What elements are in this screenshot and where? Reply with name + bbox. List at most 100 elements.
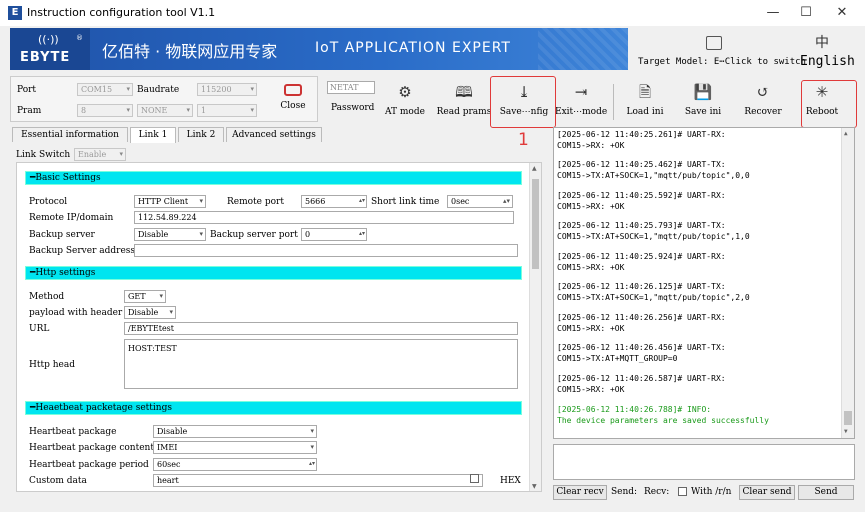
language-toggle[interactable]: English — [800, 54, 855, 69]
link-settings-form: ━Basic Settings Protocol HTTP Client ▾ Re… — [16, 162, 542, 492]
port-select[interactable]: COM15 ▾ — [77, 83, 133, 96]
log-entry-timestamp: [2025-06-12 11:40:25.462]# UART-TX: — [557, 160, 726, 169]
chevron-down-icon: ▾ — [159, 292, 163, 300]
save-ini-button[interactable]: 💾 Save ini — [680, 82, 726, 122]
log-entry-message: COM15->RX: +OK — [557, 202, 625, 211]
link-switch-select[interactable]: Enable ▾ — [74, 148, 126, 161]
backup-server-port-input[interactable]: 0 ▴▾ — [301, 228, 367, 241]
close-port-button[interactable]: Close — [271, 81, 315, 119]
language-icon[interactable]: 中 — [815, 32, 829, 52]
read-prams-button[interactable]: 🕮 Read prams — [436, 82, 492, 122]
scroll-up-icon[interactable]: ▲ — [844, 130, 848, 137]
chevron-down-icon: ▾ — [169, 308, 173, 316]
log-entry-timestamp: [2025-06-12 11:40:26.125]# UART-TX: — [557, 282, 726, 291]
backup-server-select[interactable]: Disable ▾ — [134, 228, 206, 241]
method-label: Method — [29, 292, 65, 302]
protocol-select[interactable]: HTTP Client ▾ — [134, 195, 206, 208]
scroll-down-icon[interactable]: ▼ — [844, 428, 848, 435]
http-head-textarea[interactable]: HOST:TEST — [124, 339, 518, 389]
payload-with-header-label: payload with header — [29, 308, 123, 318]
databits-select[interactable]: 8 ▾ — [77, 104, 133, 117]
log-output[interactable]: [2025-06-12 11:40:25.261]# UART-RX: COM1… — [553, 127, 855, 439]
toolbar-separator — [613, 84, 614, 120]
switch-model-icon[interactable] — [706, 36, 722, 50]
tab-advanced-settings[interactable]: Advanced settings — [226, 127, 322, 142]
log-entry-timestamp: [2025-06-12 11:40:25.592]# UART-RX: — [557, 191, 726, 200]
send-input[interactable] — [553, 444, 855, 480]
remote-ip-input[interactable]: 112.54.89.224 — [134, 211, 514, 224]
send-button[interactable]: Send — [798, 485, 854, 500]
chevron-down-icon: ▾ — [126, 85, 130, 93]
log-entry-message: COM15->TX:AT+MQTT_GROUP=0 — [557, 354, 678, 363]
serial-port-icon — [284, 84, 302, 96]
chevron-down-icon: ▾ — [186, 106, 190, 114]
with-rn-checkbox[interactable] — [678, 487, 687, 496]
recover-button[interactable]: ↺ Recover — [740, 82, 786, 122]
log-entry-message: COM15->TX:AT+SOCK=1,"mqtt/pub/topic",0,0 — [557, 171, 750, 180]
load-ini-button[interactable]: 🗎 Load ini — [622, 82, 668, 122]
url-label: URL — [29, 324, 50, 334]
basic-settings-header[interactable]: ━Basic Settings — [25, 171, 522, 185]
parity-select[interactable]: NONE ▾ — [137, 104, 193, 117]
log-entry-timestamp: [2025-06-12 11:40:25.924]# UART-RX: — [557, 252, 726, 261]
log-info-timestamp: [2025-06-12 11:40:26.788]# INFO: — [557, 405, 712, 414]
heartbeat-package-select[interactable]: Disable ▾ — [153, 425, 317, 438]
target-model-label[interactable]: Target Model: E⋯Click to switch — [638, 57, 806, 67]
log-scrollbar[interactable]: ▲ ▼ — [841, 128, 854, 438]
highlight-save-config — [490, 76, 556, 128]
close-window-button[interactable]: ✕ — [819, 0, 865, 26]
form-scrollbar-thumb[interactable] — [532, 179, 539, 269]
heartbeat-period-input[interactable]: 60sec ▴▾ — [153, 458, 317, 471]
scroll-up-icon[interactable]: ▲ — [532, 165, 537, 172]
remote-port-input[interactable]: 5666 ▴▾ — [301, 195, 367, 208]
hex-checkbox[interactable] — [470, 474, 479, 483]
log-entry-message: COM15->RX: +OK — [557, 385, 625, 394]
log-entry-message: COM15->RX: +OK — [557, 141, 625, 150]
spinner-arrows-icon: ▴▾ — [358, 230, 365, 237]
tab-link-1[interactable]: Link 1 — [130, 127, 176, 143]
log-entry-timestamp: [2025-06-12 11:40:26.256]# UART-RX: — [557, 313, 726, 322]
exit-mode-button[interactable]: ⇥ Exit⋯mode — [555, 82, 607, 122]
heartbeat-content-select[interactable]: IMEI ▾ — [153, 441, 317, 454]
custom-data-input[interactable]: heart — [153, 474, 483, 487]
log-entry-timestamp: [2025-06-12 11:40:25.793]# UART-TX: — [557, 221, 726, 230]
log-entry-timestamp: [2025-06-12 11:40:26.456]# UART-TX: — [557, 343, 726, 352]
app-icon: E — [8, 6, 22, 20]
log-scrollbar-thumb[interactable] — [844, 411, 852, 425]
form-scrollbar[interactable]: ▲ ▼ — [529, 163, 541, 491]
chevron-down-icon: ▾ — [310, 427, 314, 435]
undo-icon: ↺ — [756, 83, 770, 101]
tab-link-2[interactable]: Link 2 — [178, 127, 224, 142]
log-entry-timestamp: [2025-06-12 11:40:25.261]# UART-RX: — [557, 130, 726, 139]
pram-label: Pram — [17, 106, 42, 116]
clear-recv-button[interactable]: Clear recv — [553, 485, 607, 500]
clear-send-button[interactable]: Clear send — [739, 485, 795, 500]
spinner-arrows-icon: ▴▾ — [502, 197, 510, 205]
annotation-number-1: 1 — [518, 130, 529, 150]
tab-essential-information[interactable]: Essential information — [12, 127, 128, 142]
log-entry-message: COM15->TX:AT+SOCK=1,"mqtt/pub/topic",2,0 — [557, 293, 750, 302]
short-link-time-label: Short link time — [371, 197, 440, 207]
scroll-down-icon[interactable]: ▼ — [532, 483, 537, 490]
chevron-down-icon: ▾ — [250, 85, 254, 93]
stopbits-select[interactable]: 1 ▾ — [197, 104, 257, 117]
send-format-label: Send: — [611, 487, 638, 497]
banner-en-slogan: IoT APPLICATION EXPERT — [315, 40, 511, 56]
baudrate-select[interactable]: 115200 ▾ — [197, 83, 257, 96]
short-link-time-select[interactable]: 0sec ▴▾ — [447, 195, 513, 208]
remote-ip-label: Remote IP/domain — [29, 213, 114, 223]
log-entry-message: COM15->RX: +OK — [557, 324, 625, 333]
heartbeat-settings-header[interactable]: ━Heaetbeat packetage settings — [25, 401, 522, 415]
http-settings-header[interactable]: ━Http settings — [25, 266, 522, 280]
backup-server-address-input[interactable] — [134, 244, 518, 257]
link-switch-label: Link Switch — [16, 150, 71, 160]
at-mode-button[interactable]: ⚙ AT mode — [383, 82, 427, 122]
url-input[interactable]: /EBYTEtest — [124, 322, 518, 335]
chevron-down-icon: ▾ — [126, 106, 130, 114]
method-select[interactable]: GET ▾ — [124, 290, 166, 303]
brand-banner: ((·)) ® EBYTE 亿佰特 · 物联网应用专家 IoT APPLICAT… — [10, 28, 628, 70]
gear-icon: ⚙ — [398, 83, 412, 101]
save-icon: 💾 — [693, 83, 713, 101]
password-input[interactable]: NETAT — [327, 81, 375, 94]
payload-with-header-select[interactable]: Disable ▾ — [124, 306, 176, 319]
